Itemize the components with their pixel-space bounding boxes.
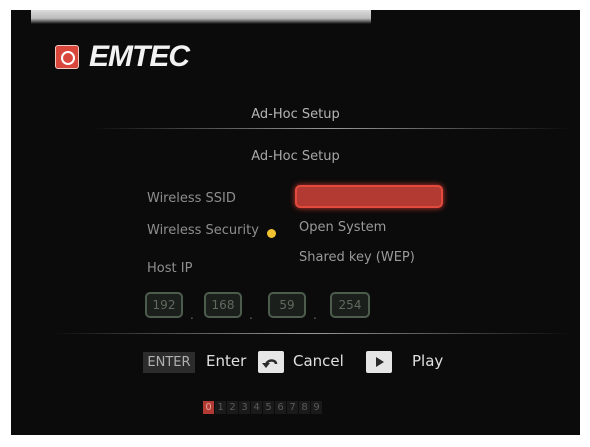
play-hint[interactable]: Play xyxy=(412,352,443,370)
ip-octet-4[interactable]: 254 xyxy=(330,292,370,318)
ip-octet-3[interactable]: 59 xyxy=(268,292,306,318)
brand-name: EMTEC xyxy=(89,40,190,73)
top-glare-strip xyxy=(31,10,371,24)
ssid-label: Wireless SSID xyxy=(147,191,236,206)
emtec-logo-icon xyxy=(55,45,79,69)
yellow-dot-icon xyxy=(267,229,276,238)
page-number-0[interactable]: 0 xyxy=(203,401,214,414)
hint-divider xyxy=(51,333,571,334)
page-number-8[interactable]: 8 xyxy=(299,401,310,414)
title-divider xyxy=(91,128,571,129)
security-label: Wireless Security xyxy=(147,223,259,238)
ip-separator: . xyxy=(249,308,253,322)
ip-octet-2[interactable]: 168 xyxy=(204,292,242,318)
security-option-open[interactable]: Open System xyxy=(299,220,386,235)
page-number-7[interactable]: 7 xyxy=(287,401,298,414)
page-number-2[interactable]: 2 xyxy=(227,401,238,414)
form-subtitle: Ad-Hoc Setup xyxy=(251,149,340,164)
ssid-input[interactable] xyxy=(295,185,443,208)
return-arrow-icon[interactable] xyxy=(258,351,284,373)
tv-screen: EMTEC Ad-Hoc Setup Ad-Hoc Setup Wireless… xyxy=(11,10,580,435)
play-icon[interactable] xyxy=(366,351,392,373)
page-number-5[interactable]: 5 xyxy=(263,401,274,414)
enter-key-badge: ENTER xyxy=(143,352,195,373)
ip-separator: . xyxy=(190,308,194,322)
enter-hint[interactable]: Enter xyxy=(206,352,246,370)
security-option-wep[interactable]: Shared key (WEP) xyxy=(299,250,415,265)
ip-octet-1[interactable]: 192 xyxy=(145,292,183,318)
page-title: Ad-Hoc Setup xyxy=(251,107,340,122)
emtec-logo: EMTEC xyxy=(55,40,190,74)
host-ip-label: Host IP xyxy=(147,261,193,276)
page-number-4[interactable]: 4 xyxy=(251,401,262,414)
cancel-hint[interactable]: Cancel xyxy=(293,352,344,370)
page-number-9[interactable]: 9 xyxy=(311,401,322,414)
page-number-3[interactable]: 3 xyxy=(239,401,250,414)
page-number-6[interactable]: 6 xyxy=(275,401,286,414)
ip-separator: . xyxy=(313,308,317,322)
page-number-1[interactable]: 1 xyxy=(215,401,226,414)
